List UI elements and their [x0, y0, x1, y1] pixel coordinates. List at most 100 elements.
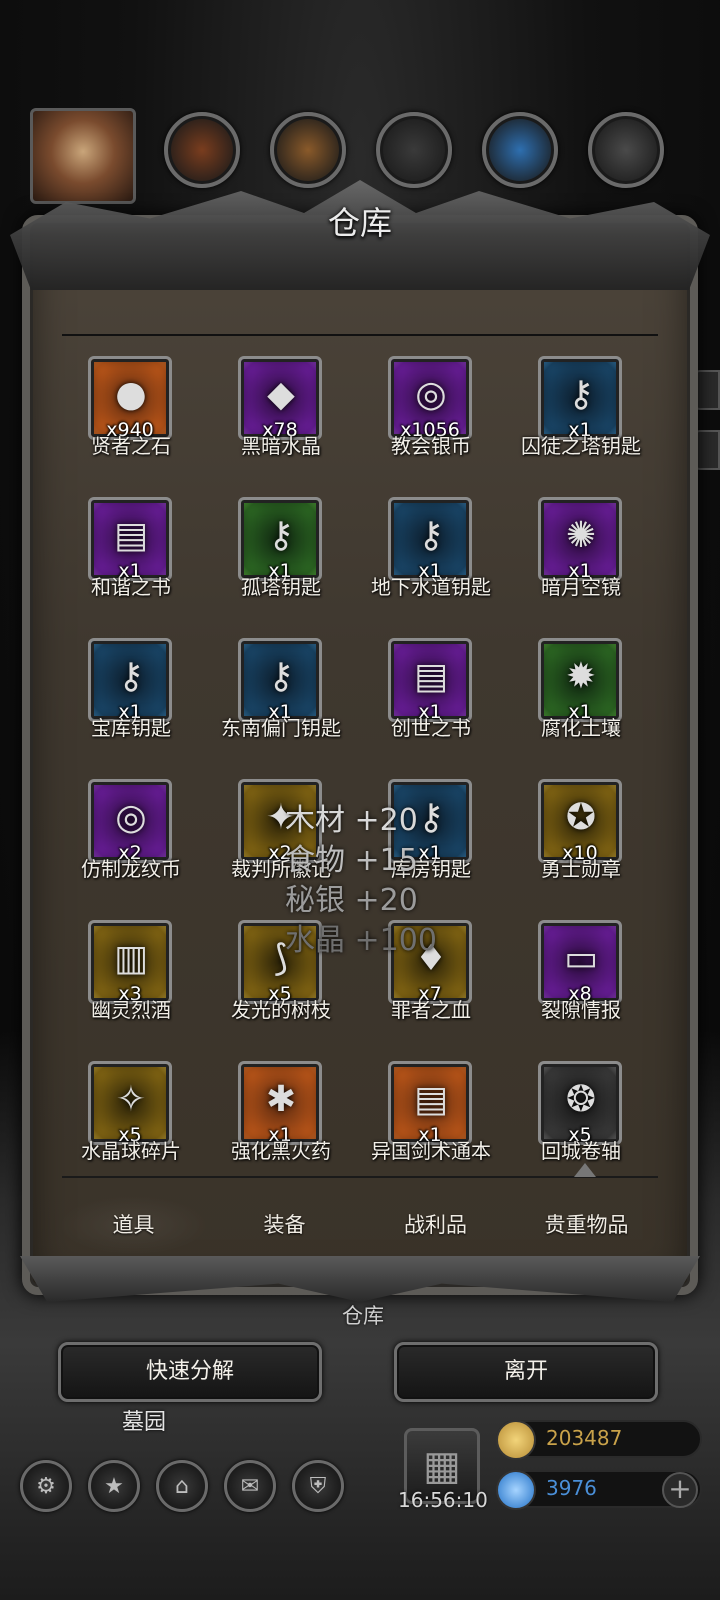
leave-button[interactable]: 离开 — [394, 1342, 658, 1402]
item-slot[interactable]: ✺ x1 — [538, 497, 622, 582]
inventory-item[interactable]: ✱ x1 强化黑火药 — [206, 1045, 356, 1170]
inventory-item[interactable]: ✧ x5 水晶球碎片 — [56, 1045, 206, 1170]
inventory-item[interactable]: ✺ x1 暗月空镜 — [506, 481, 656, 613]
reward-popup-text: 水晶 +100 — [285, 923, 437, 958]
tab-loot[interactable]: 战利品 — [360, 1195, 511, 1255]
tab-equipment[interactable]: 装备 — [209, 1195, 360, 1255]
shield-icon[interactable]: ⛨ — [292, 1460, 344, 1512]
inventory-item[interactable]: ⚷ x1 孤塔钥匙 — [206, 481, 356, 613]
item-slot[interactable]: ◆ x78 — [238, 356, 322, 441]
category-tabs: 道具 装备 战利品 贵重物品 — [58, 1195, 662, 1255]
gold-currency: 203487 — [496, 1420, 702, 1460]
item-slot[interactable]: ▥ x3 — [88, 920, 172, 1005]
mail-icon[interactable]: ✉ — [224, 1460, 276, 1512]
gem-currency: 3976 + — [496, 1470, 702, 1510]
reward-popup-text: 食物 +15 — [285, 843, 418, 878]
inventory-item[interactable]: ⚷ x1 东南偏门钥匙 — [206, 622, 356, 754]
inventory-item[interactable]: ⚷ x1 宝库钥匙 — [56, 622, 206, 754]
tab-valuables[interactable]: 贵重物品 — [511, 1195, 662, 1255]
inventory-item[interactable]: ❂ x5 回城卷轴 — [506, 1045, 656, 1170]
player-portrait[interactable] — [30, 108, 136, 204]
star-icon[interactable]: ★ — [88, 1460, 140, 1512]
castle-icon[interactable]: ⌂ — [156, 1460, 208, 1512]
stone-resource-icon[interactable] — [376, 112, 452, 188]
soil-icon: ✹ — [565, 656, 597, 697]
inventory-item[interactable]: ▭ x8 裂隙情报 — [506, 904, 656, 1036]
reward-popup-text: 木材 +20 — [285, 803, 418, 838]
item-name: 教会银币 — [391, 434, 471, 458]
item-name: 发光的树枝 — [231, 998, 331, 1022]
item-name: 罪者之血 — [391, 998, 471, 1022]
wood-resource-icon[interactable] — [270, 112, 346, 188]
item-slot[interactable]: ✪ x10 — [538, 779, 622, 864]
vortex-icon: ❂ — [565, 1079, 597, 1120]
coin-icon: ◎ — [115, 797, 147, 838]
crystal-icon: ◆ — [267, 374, 295, 415]
crystal-resource-icon[interactable] — [482, 112, 558, 188]
item-name: 创世之书 — [391, 716, 471, 740]
item-name: 幽灵烈酒 — [91, 998, 171, 1022]
tab-props[interactable]: 道具 — [58, 1195, 209, 1255]
book-icon: ▤ — [113, 515, 148, 556]
item-name: 腐化土壤 — [541, 716, 621, 740]
item-slot[interactable]: ▤ x1 — [388, 1061, 472, 1146]
item-name: 黑暗水晶 — [241, 434, 321, 458]
item-grid: ● x940 贤者之石 ◆ x78 黑暗水晶 ◎ x1056 教会银币 ⚷ x1 囚徒之塔钥匙 ▤ x1 和… — [56, 340, 666, 1170]
inventory-item[interactable]: ◆ x78 黑暗水晶 — [206, 340, 356, 472]
item-slot[interactable]: ✹ x1 — [538, 638, 622, 723]
item-slot[interactable]: ✧ x5 — [88, 1061, 172, 1146]
inventory-item[interactable]: ▥ x3 幽灵烈酒 — [56, 904, 206, 1036]
item-slot[interactable]: ⚷ x1 — [388, 497, 472, 582]
inventory-item[interactable]: ● x940 贤者之石 — [56, 340, 206, 472]
item-name: 勇士勋章 — [541, 857, 621, 881]
item-slot[interactable]: ❂ x5 — [538, 1061, 622, 1146]
inventory-item[interactable]: ✪ x10 勇士勋章 — [506, 763, 656, 895]
item-slot[interactable]: ✱ x1 — [238, 1061, 322, 1146]
item-name: 和谐之书 — [91, 575, 171, 599]
item-name: 水晶球碎片 — [81, 1139, 181, 1163]
crystal-shard-icon: ✧ — [115, 1079, 147, 1120]
item-slot[interactable]: ⚷ x1 — [88, 638, 172, 723]
item-name: 宝库钥匙 — [91, 716, 171, 740]
item-name: 孤塔钥匙 — [241, 575, 321, 599]
item-slot[interactable]: ⚷ x1 — [538, 356, 622, 441]
quick-decompose-button[interactable]: 快速分解 — [58, 1342, 322, 1402]
scroll-icon: ▭ — [563, 938, 598, 979]
ore-resource-icon[interactable] — [164, 112, 240, 188]
divider — [62, 1176, 658, 1178]
inventory-item[interactable]: ✹ x1 腐化土壤 — [506, 622, 656, 754]
inventory-item[interactable]: ▤ x1 创世之书 — [356, 622, 506, 754]
book-icon: ▤ — [413, 1079, 448, 1120]
inventory-item[interactable]: ▤ x1 异国剑术通本 — [356, 1045, 506, 1170]
inventory-item[interactable]: ⚷ x1 地下水道钥匙 — [356, 481, 506, 613]
key-icon: ⚷ — [567, 374, 595, 415]
inventory-item[interactable]: ⚷ x1 囚徒之塔钥匙 — [506, 340, 656, 472]
gem-icon — [496, 1470, 536, 1510]
item-slot[interactable]: ⚷ x1 — [238, 497, 322, 582]
item-name: 贤者之石 — [91, 434, 171, 458]
gem-value: 3976 — [546, 1476, 597, 1500]
item-slot[interactable]: ◎ x2 — [88, 779, 172, 864]
item-slot[interactable]: ● x940 — [88, 356, 172, 441]
key-icon: ⚷ — [267, 656, 295, 697]
key-icon: ⚷ — [417, 515, 445, 556]
add-gems-button[interactable]: + — [662, 1472, 698, 1508]
panel-title: 仓库 — [327, 204, 392, 242]
item-slot[interactable]: ▭ x8 — [538, 920, 622, 1005]
settings-gear-icon[interactable]: ⚙ — [20, 1460, 72, 1512]
inventory-item[interactable]: ◎ x1056 教会银币 — [356, 340, 506, 472]
location-label: 仓库 — [342, 1304, 384, 1328]
gold-value: 203487 — [546, 1426, 623, 1450]
iron-resource-icon[interactable] — [588, 112, 664, 188]
item-slot[interactable]: ⚷ x1 — [238, 638, 322, 723]
inventory-item[interactable]: ◎ x2 仿制龙纹币 — [56, 763, 206, 895]
stone-icon: ● — [115, 374, 147, 415]
medal-icon: ✪ — [565, 797, 597, 838]
item-slot[interactable]: ◎ x1056 — [388, 356, 472, 441]
inventory-item[interactable]: ▤ x1 和谐之书 — [56, 481, 206, 613]
powder-icon: ✱ — [265, 1079, 297, 1120]
item-name: 暗月空镜 — [541, 575, 621, 599]
key-icon: ⚷ — [117, 656, 145, 697]
item-slot[interactable]: ▤ x1 — [388, 638, 472, 723]
item-slot[interactable]: ▤ x1 — [88, 497, 172, 582]
